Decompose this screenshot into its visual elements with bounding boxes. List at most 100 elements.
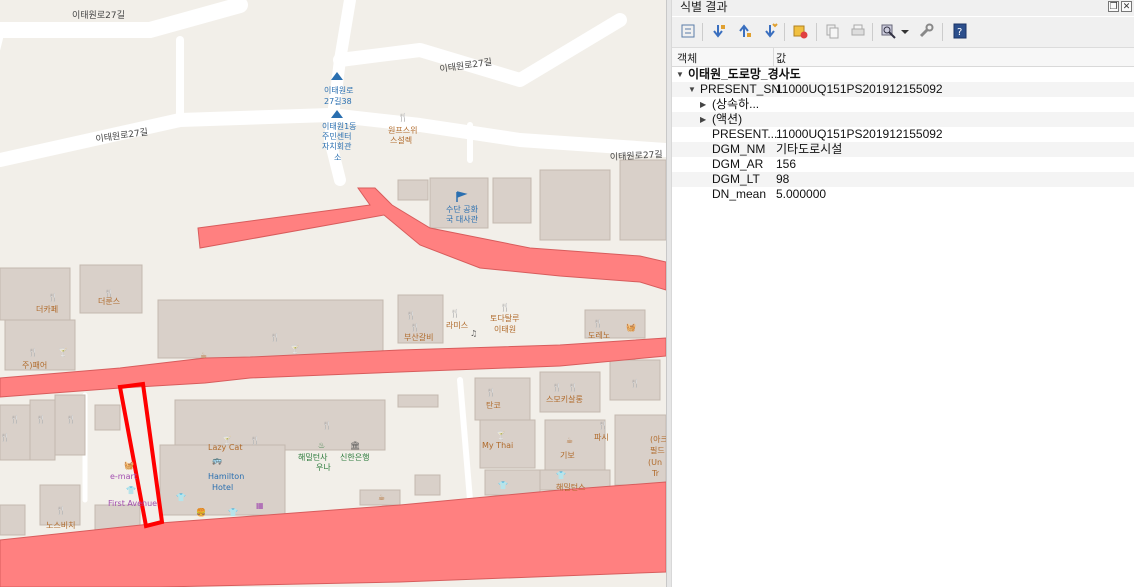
result-field-name: DGM_NM	[712, 142, 766, 156]
svg-text:🍴: 🍴	[450, 308, 460, 318]
expand-new-icon[interactable]	[762, 23, 778, 39]
collapse-arrow-icon[interactable]: ▼	[676, 67, 684, 82]
poi-label: Hotel	[212, 483, 233, 492]
poi-label: 스모키살롱	[546, 395, 583, 404]
poi-label: 신한은행	[340, 452, 369, 462]
svg-text:🍴: 🍴	[56, 505, 66, 515]
svg-text:🍴: 🍴	[593, 318, 603, 328]
poi-label: 라미스	[446, 321, 468, 330]
poi-label: 이태원로	[324, 85, 353, 95]
svg-text:♫: ♫	[470, 329, 477, 338]
map-canvas[interactable]: 이태원로27길 이태원로27길 이태원로27길 이태원로27길 이태원로 27길…	[0, 0, 666, 587]
copy-feature-icon[interactable]	[824, 23, 840, 39]
svg-text:👕: 👕	[228, 508, 238, 517]
poi-label: 더룬스	[98, 297, 120, 306]
result-field-name: PRESENT_SN	[700, 82, 781, 96]
result-field-value: 11000UQ151PS201912155092	[776, 82, 943, 96]
poi-label: 수단 공화	[446, 204, 479, 214]
svg-text:🍴: 🍴	[28, 347, 38, 357]
poi-label: 주민센터	[322, 131, 351, 141]
result-field-name: (액션)	[712, 112, 743, 126]
svg-text:👕: 👕	[498, 481, 508, 490]
svg-text:?: ?	[957, 27, 962, 38]
svg-text:🍴: 🍴	[410, 322, 420, 332]
svg-text:🍴: 🍴	[552, 382, 562, 392]
poi-label: 이태원1동	[322, 121, 357, 131]
svg-text:▦: ▦	[256, 501, 264, 510]
svg-text:🍴: 🍴	[630, 378, 640, 388]
result-field-name: (상속하...	[712, 97, 760, 111]
svg-text:☕: ☕	[566, 436, 573, 445]
identify-results-panel: 식별 결과 ❐ ✕ ? 객체 값 ▼ 이태원_도로망_경사도 ▼ PRESENT_SN…	[672, 0, 1134, 587]
result-row[interactable]: DN_mean 5.000000	[672, 187, 1134, 202]
svg-text:🍴: 🍴	[322, 420, 332, 430]
poi-label: 27길38	[324, 97, 352, 106]
svg-text:🧺: 🧺	[124, 461, 134, 470]
result-field-name: DGM_LT	[712, 172, 760, 186]
dropdown-icon[interactable]	[900, 23, 910, 39]
svg-text:🍴: 🍴	[598, 420, 608, 430]
result-field-name: DGM_AR	[712, 157, 764, 171]
poi-label: (아크)	[650, 434, 666, 444]
svg-text:👕: 👕	[126, 486, 136, 495]
result-row[interactable]: DGM_AR 156	[672, 157, 1134, 172]
svg-text:☕: ☕	[200, 351, 207, 360]
collapse-all-icon[interactable]	[736, 23, 752, 39]
result-row[interactable]: DGM_LT 98	[672, 172, 1134, 187]
results-header: 객체 값	[672, 48, 1134, 67]
result-row[interactable]: ▶ (상속하...	[672, 97, 1134, 112]
svg-text:🍴: 🍴	[66, 414, 76, 424]
result-row[interactable]: PRESENT... 11000UQ151PS201912155092	[672, 127, 1134, 142]
column-separator[interactable]	[773, 48, 774, 66]
result-field-name: 이태원_도로망_경사도	[688, 67, 801, 81]
svg-text:🍴: 🍴	[250, 435, 260, 445]
help-icon[interactable]: ?	[952, 23, 968, 39]
panel-titlebar: 식별 결과 ❐ ✕	[672, 0, 1134, 16]
close-panel-icon[interactable]: ✕	[1121, 1, 1132, 12]
poi-label: 우나	[316, 463, 331, 472]
poi-label: e-mart	[110, 472, 137, 481]
settings-icon[interactable]	[918, 23, 934, 39]
svg-text:🏛: 🏛	[350, 441, 360, 450]
svg-text:🍴: 🍴	[48, 292, 58, 302]
expand-tree-icon[interactable]	[680, 23, 696, 39]
road-label: 이태원로27길	[72, 10, 125, 21]
expand-arrow-icon[interactable]: ▶	[700, 97, 706, 112]
column-header-value[interactable]: 값	[776, 50, 786, 66]
identify-toolbar: ?	[672, 17, 1134, 48]
result-field-value: 기타도로시설	[776, 142, 843, 156]
expand-all-icon[interactable]	[710, 23, 726, 39]
clear-results-icon[interactable]	[792, 23, 808, 39]
result-field-value: 5.000000	[776, 187, 827, 201]
float-panel-icon[interactable]: ❐	[1108, 1, 1119, 12]
column-header-feature[interactable]: 객체	[677, 50, 697, 66]
result-field-value: 11000UQ151PS201912155092	[776, 127, 943, 141]
svg-text:🍴: 🍴	[270, 332, 280, 342]
poi-label: (Un	[648, 458, 662, 467]
poi-label: 파시	[594, 433, 609, 442]
svg-text:🍸: 🍸	[58, 347, 68, 357]
result-field-name: PRESENT...	[712, 127, 778, 141]
panel-title: 식별 결과	[680, 0, 728, 14]
svg-text:🍴: 🍴	[500, 302, 510, 312]
print-icon[interactable]	[850, 23, 866, 39]
result-row[interactable]: ▼ PRESENT_SN 11000UQ151PS201912155092	[672, 82, 1134, 97]
collapse-arrow-icon[interactable]: ▼	[688, 82, 696, 97]
result-row[interactable]: ▶ (액션)	[672, 112, 1134, 127]
svg-text:🚌: 🚌	[212, 456, 222, 465]
poi-label: 국 대사관	[446, 214, 479, 224]
svg-text:🍸: 🍸	[496, 430, 506, 440]
svg-text:🍸: 🍸	[290, 344, 300, 354]
poi-label: 기보	[560, 451, 575, 460]
result-row[interactable]: ▼ 이태원_도로망_경사도	[672, 67, 1134, 82]
poi-label: 소	[334, 153, 341, 162]
poi-label: 부산갈비	[404, 332, 433, 342]
poi-label: 해밀턴사	[298, 452, 328, 462]
expand-arrow-icon[interactable]: ▶	[700, 112, 706, 127]
results-tree[interactable]: 객체 값 ▼ 이태원_도로망_경사도 ▼ PRESENT_SN 11000UQ151PS…	[672, 48, 1134, 587]
poi-label: 주)패어	[22, 360, 47, 370]
result-row[interactable]: DGM_NM 기타도로시설	[672, 142, 1134, 157]
svg-text:🍴: 🍴	[36, 414, 46, 424]
identify-mode-icon[interactable]	[880, 23, 896, 39]
poi-label: 이태원	[494, 324, 516, 334]
